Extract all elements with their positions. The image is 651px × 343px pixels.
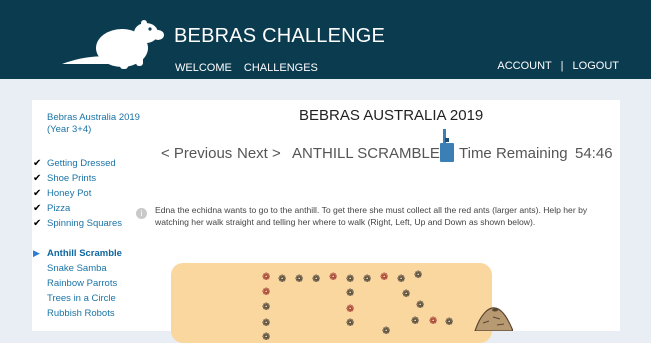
ant-icon: ❁ [346,318,355,329]
competition-name: Bebras Australia 2019 (Year 3+4) [47,112,140,135]
sidebar-item-anthill-scramble[interactable]: ▶ Anthill Scramble [33,246,157,261]
ant-icon: ❁ [416,300,425,311]
red-ant-icon: ❁ [329,272,338,283]
sidebar-item-label: Honey Pot [47,188,92,199]
account-link[interactable]: ACCOUNT [497,60,551,72]
task-title: ANTHILL SCRAMBLE [292,145,440,162]
red-ant-icon: ❁ [346,304,355,315]
sidebar-item-honey-pot[interactable]: ✔ Honey Pot [33,186,157,201]
sidebar-item-snake-samba[interactable]: Snake Samba [47,261,157,276]
sidebar-item-label: Shoe Prints [47,173,97,184]
red-ant-icon: ❁ [429,316,438,327]
task-description: Edna the echidna wants to go to the anth… [155,205,588,227]
info-icon[interactable]: i [136,208,147,219]
check-icon: ✔ [33,173,42,184]
nav-challenges-link[interactable]: CHALLENGES [244,62,318,74]
top-header: BEBRAS CHALLENGE WELCOME CHALLENGES ACCO… [0,0,651,79]
account-nav: ACCOUNT | LOGOUT [497,60,619,72]
ant-icon: ❁ [262,302,271,313]
red-ant-icon: ❁ [262,287,271,298]
check-icon: ✔ [33,218,42,229]
sidebar-item-label: Snake Samba [47,263,107,274]
red-ant-icon: ❁ [380,272,389,283]
ant-icon: ❁ [262,318,271,329]
time-remaining-label: Time Remaining [459,145,568,162]
ant-icon: ❁ [363,274,372,285]
ant-icon: ❁ [278,274,287,285]
play-arrow-icon: ▶ [33,248,40,258]
ant-icon: ❁ [382,326,391,337]
sidebar-item-label: Trees in a Circle [47,293,116,304]
ant-icon: ❁ [411,316,420,327]
nav-welcome-link[interactable]: WELCOME [175,62,232,74]
task-toolbar: < Previous Next > ANTHILL SCRAMBLE Time … [161,145,621,169]
anthill-icon [474,307,513,331]
sidebar-item-rainbow-parrots[interactable]: Rainbow Parrots [47,276,157,291]
time-remaining-value: 54:46 [575,145,613,162]
sidebar-item-label: Rubbish Robots [47,308,115,319]
sidebar-item-shoe-prints[interactable]: ✔ Shoe Prints [33,171,157,186]
challenge-panel: Bebras Australia 2019 (Year 3+4) ✔ Getti… [32,100,621,343]
logout-link[interactable]: LOGOUT [573,60,619,72]
check-icon: ✔ [33,158,42,169]
next-button[interactable]: Next > [237,145,281,162]
ant-icon: ❁ [295,274,304,285]
nav-separator: | [560,60,564,72]
sidebar-item-trees-in-a-circle[interactable]: Trees in a Circle [47,291,157,306]
ant-icon: ❁ [445,317,454,328]
bookmark-flag-icon[interactable] [440,129,454,165]
sidebar-item-label: Getting Dressed [47,158,116,169]
check-icon: ✔ [33,188,42,199]
check-icon: ✔ [33,203,42,214]
ant-icon: ❁ [414,270,423,281]
sidebar-item-label: Pizza [47,203,71,214]
ant-icon: ❁ [262,332,271,343]
previous-button[interactable]: < Previous [161,145,232,162]
anthill-game-board[interactable]: ❁ ❁ ❁ ❁ ❁ ❁ ❁ ❁ ❁ ❁ ❁ ❁ ❁ ❁ ❁ ❁ ❁ ❁ ❁ ❁ … [171,263,492,343]
ant-icon: ❁ [397,274,406,285]
ant-icon: ❁ [402,289,411,300]
sidebar-item-label: Spinning Squares [47,218,122,229]
page-title: BEBRAS AUSTRALIA 2019 [299,107,484,124]
sidebar-item-label: Rainbow Parrots [47,278,118,289]
sidebar-item-label: Anthill Scramble [47,248,122,259]
ant-icon: ❁ [346,274,355,285]
ant-icon: ❁ [346,288,355,299]
main-nav: WELCOME CHALLENGES [175,62,327,74]
beaver-logo-icon [62,20,164,69]
sidebar-item-rubbish-robots[interactable]: Rubbish Robots [47,306,157,321]
sidebar-item-getting-dressed[interactable]: ✔ Getting Dressed [33,156,157,171]
red-ant-icon: ❁ [262,272,271,283]
brand-title: BEBRAS CHALLENGE [174,25,386,47]
ant-icon: ❁ [312,274,321,285]
